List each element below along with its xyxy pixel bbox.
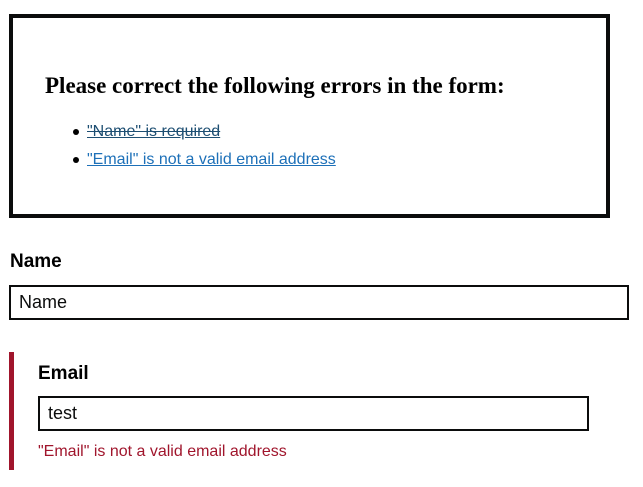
error-summary-title: Please correct the following errors in t…	[45, 73, 505, 98]
email-input[interactable]	[38, 396, 589, 431]
bullet-icon	[73, 157, 79, 163]
email-label: Email	[38, 363, 89, 384]
bullet-icon	[73, 129, 79, 135]
name-label: Name	[10, 251, 62, 272]
error-summary-item: "Email" is not a valid email address	[73, 146, 336, 174]
error-summary: Please correct the following errors in t…	[9, 14, 610, 218]
email-error-message: "Email" is not a valid email address	[38, 443, 287, 460]
error-link-name[interactable]: "Name" is required	[87, 123, 220, 140]
name-input[interactable]	[9, 285, 629, 320]
error-link-email[interactable]: "Email" is not a valid email address	[87, 151, 336, 168]
error-summary-list: "Name" is required "Email" is not a vali…	[73, 118, 336, 174]
error-summary-item: "Name" is required	[73, 118, 336, 146]
